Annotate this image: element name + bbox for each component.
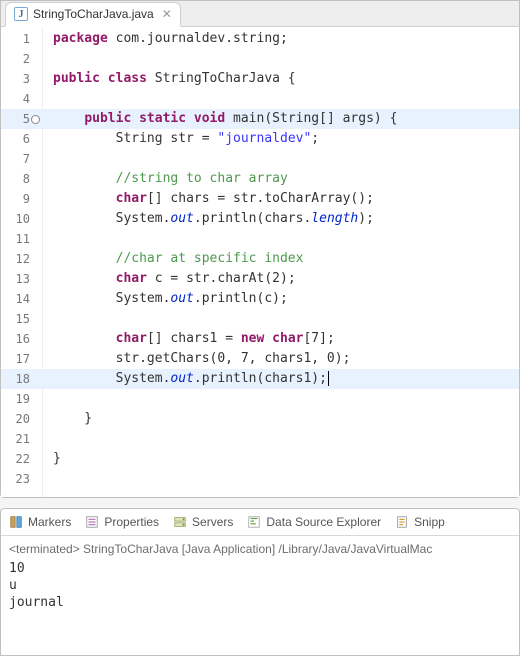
line-number: 19 xyxy=(1,389,30,409)
view-tab-dse[interactable]: Data Source Explorer xyxy=(247,515,381,529)
line-number: 3 xyxy=(1,69,30,89)
views-tabs: Markers Properties Servers Data Source Expl… xyxy=(1,509,519,536)
console-header: <terminated> StringToCharJava [Java Appl… xyxy=(1,536,519,560)
view-tab-label: Markers xyxy=(28,515,71,529)
text-caret xyxy=(328,371,329,386)
line-number: 18 xyxy=(1,369,30,389)
code-line[interactable]: char c = str.charAt(2); xyxy=(53,269,519,289)
view-tab-label: Data Source Explorer xyxy=(266,515,381,529)
code-line[interactable]: } xyxy=(53,409,519,429)
code-line[interactable]: char[] chars1 = new char[7]; xyxy=(53,329,519,349)
dse-icon xyxy=(247,515,261,529)
view-tab-properties[interactable]: Properties xyxy=(85,515,159,529)
line-number: 2 xyxy=(1,49,30,69)
line-number: 6 xyxy=(1,129,30,149)
code-line[interactable] xyxy=(53,469,519,489)
line-number: 15 xyxy=(1,309,30,329)
snippets-icon xyxy=(395,515,409,529)
line-number: 16 xyxy=(1,329,30,349)
properties-icon xyxy=(85,515,99,529)
editor-tab-bar: J StringToCharJava.java ✕ xyxy=(1,1,519,27)
code-line[interactable]: System.out.println(chars.length); xyxy=(53,209,519,229)
editor-tab[interactable]: J StringToCharJava.java ✕ xyxy=(5,2,181,27)
line-number: 21 xyxy=(1,429,30,449)
line-number: 14 xyxy=(1,289,30,309)
view-tab-servers[interactable]: Servers xyxy=(173,515,233,529)
code-line[interactable] xyxy=(53,149,519,169)
line-number: 1 xyxy=(1,29,30,49)
close-icon[interactable]: ✕ xyxy=(162,7,172,21)
code-line[interactable]: public static void main(String[] args) { xyxy=(53,109,519,129)
view-tab-label: Servers xyxy=(192,515,233,529)
code-content[interactable]: package com.journaldev.string; public cla… xyxy=(43,27,519,497)
line-number: 12 xyxy=(1,249,30,269)
view-tab-label: Snipp xyxy=(414,515,445,529)
line-number: 17 xyxy=(1,349,30,369)
line-number: 8 xyxy=(1,169,30,189)
code-line[interactable]: System.out.println(chars1); xyxy=(53,369,519,389)
markers-icon xyxy=(9,515,23,529)
code-line[interactable]: System.out.println(c); xyxy=(53,289,519,309)
editor-tab-label: StringToCharJava.java xyxy=(33,7,154,21)
view-tab-markers[interactable]: Markers xyxy=(9,515,71,529)
line-number-gutter: 1234567891011121314151617181920212223 xyxy=(1,27,43,497)
code-line[interactable]: public class StringToCharJava { xyxy=(53,69,519,89)
code-line[interactable] xyxy=(53,309,519,329)
line-number: 7 xyxy=(1,149,30,169)
servers-icon xyxy=(173,515,187,529)
line-number: 20 xyxy=(1,409,30,429)
line-number: 5 xyxy=(1,109,30,129)
code-line[interactable]: } xyxy=(53,449,519,469)
code-line[interactable]: //char at specific index xyxy=(53,249,519,269)
line-number: 11 xyxy=(1,229,30,249)
line-number: 13 xyxy=(1,269,30,289)
code-line[interactable] xyxy=(53,389,519,409)
code-line[interactable]: package com.journaldev.string; xyxy=(53,29,519,49)
code-area[interactable]: 1234567891011121314151617181920212223 pa… xyxy=(1,27,519,497)
code-line[interactable] xyxy=(53,89,519,109)
view-tab-label: Properties xyxy=(104,515,159,529)
view-tab-snippets[interactable]: Snipp xyxy=(395,515,445,529)
code-line[interactable]: String str = "journaldev"; xyxy=(53,129,519,149)
code-line[interactable] xyxy=(53,49,519,69)
java-file-icon: J xyxy=(14,7,28,21)
line-number: 10 xyxy=(1,209,30,229)
line-number: 23 xyxy=(1,469,30,489)
code-line[interactable]: //string to char array xyxy=(53,169,519,189)
line-number: 4 xyxy=(1,89,30,109)
code-line[interactable] xyxy=(53,429,519,449)
code-line[interactable] xyxy=(53,229,519,249)
editor-pane: J StringToCharJava.java ✕ 12345678910111… xyxy=(0,0,520,498)
line-number: 9 xyxy=(1,189,30,209)
line-number: 22 xyxy=(1,449,30,469)
code-line[interactable]: str.getChars(0, 7, chars1, 0); xyxy=(53,349,519,369)
console-output: 10 u journal xyxy=(1,560,519,617)
code-line[interactable]: char[] chars = str.toCharArray(); xyxy=(53,189,519,209)
bottom-panel: Markers Properties Servers Data Source Expl… xyxy=(0,508,520,656)
